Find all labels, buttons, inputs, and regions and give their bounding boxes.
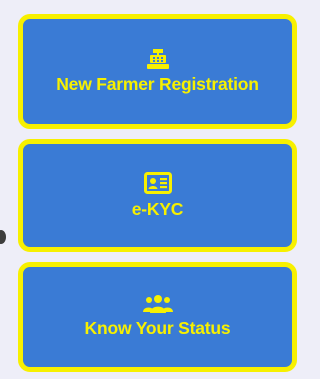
new-farmer-registration-button[interactable]: New Farmer Registration [18, 14, 297, 129]
e-kyc-label: e-KYC [131, 198, 184, 219]
side-handle-dot [0, 230, 6, 244]
e-kyc-button[interactable]: e-KYC [18, 139, 297, 252]
id-card-icon [143, 171, 172, 194]
users-group-icon [142, 295, 173, 313]
know-your-status-button[interactable]: Know Your Status [18, 262, 297, 372]
cash-register-icon [146, 48, 169, 69]
new-farmer-registration-label: New Farmer Registration [56, 73, 259, 94]
know-your-status-label: Know Your Status [84, 318, 231, 338]
